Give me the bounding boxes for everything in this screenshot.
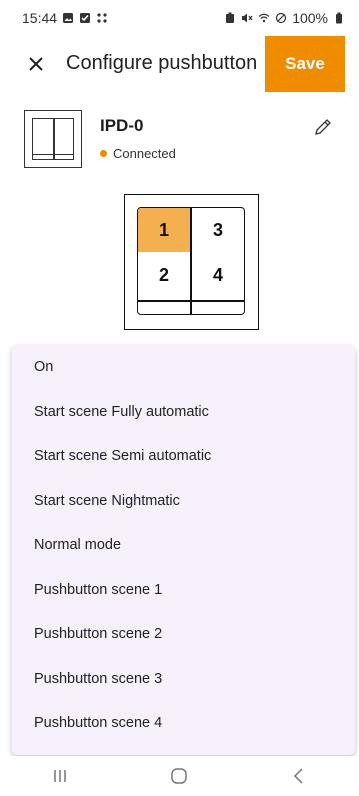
device-name: IPD-0	[100, 116, 144, 135]
pushbutton-switch: 1 3 2 4	[124, 194, 259, 330]
switch-base-line	[138, 300, 244, 302]
menu-item-on[interactable]: On	[12, 345, 355, 389]
battery-percent: 100%	[292, 10, 328, 26]
slack-icon	[97, 13, 107, 23]
menu-item-pushbutton-scene-4[interactable]: Pushbutton scene 4	[12, 701, 355, 745]
status-bar: 15:44 100%	[0, 0, 359, 36]
home-button[interactable]	[159, 761, 199, 791]
pencil-icon	[315, 119, 331, 135]
system-nav-bar	[0, 756, 359, 796]
device-header: IPD-0 Connected	[24, 110, 336, 170]
page-title: Configure pushbutton	[66, 52, 258, 74]
edit-device-button[interactable]	[312, 116, 336, 140]
recents-icon	[54, 770, 66, 782]
switch-divider	[190, 208, 192, 314]
menu-item-pushbutton-scene-1[interactable]: Pushbutton scene 1	[12, 568, 355, 612]
switch-rocker: 1 3 2 4	[137, 207, 245, 315]
status-dot-icon	[100, 150, 107, 157]
menu-item-fully-automatic[interactable]: Start scene Fully automatic	[12, 390, 355, 434]
image-icon	[63, 13, 74, 23]
device-status: Connected	[100, 146, 176, 161]
top-app-bar: Configure pushbutton Save	[0, 36, 359, 92]
close-icon	[29, 57, 43, 71]
switch-button-1[interactable]: 1	[138, 208, 190, 252]
switch-button-4[interactable]: 4	[192, 253, 244, 297]
no-disturb-icon	[276, 12, 287, 24]
switch-button-2[interactable]: 2	[138, 253, 190, 297]
menu-item-pushbutton-scene-3[interactable]: Pushbutton scene 3	[12, 657, 355, 701]
home-icon	[171, 768, 188, 784]
mute-icon	[242, 13, 253, 23]
device-status-label: Connected	[113, 146, 176, 161]
save-button[interactable]: Save	[265, 36, 345, 92]
check-square-icon	[80, 13, 91, 23]
menu-item-pushbutton-scene-2[interactable]: Pushbutton scene 2	[12, 612, 355, 656]
menu-item-nightmatic[interactable]: Start scene Nightmatic	[12, 479, 355, 523]
battery-saver-icon	[226, 12, 235, 23]
back-button[interactable]	[279, 761, 319, 791]
status-time: 15:44	[22, 10, 58, 26]
recents-button[interactable]	[40, 761, 80, 791]
status-bar-right: 100%	[224, 10, 345, 26]
switch-button-3[interactable]: 3	[192, 208, 244, 252]
status-bar-left: 15:44	[22, 10, 108, 26]
menu-item-semi-automatic[interactable]: Start scene Semi automatic	[12, 434, 355, 478]
menu-item-normal-mode[interactable]: Normal mode	[12, 523, 355, 567]
device-thumbnail	[24, 110, 82, 168]
wifi-icon	[258, 13, 270, 23]
close-button[interactable]	[22, 50, 50, 78]
back-icon	[294, 768, 303, 784]
battery-icon	[336, 12, 342, 24]
scene-dropdown-menu: On Start scene Fully automatic Start sce…	[12, 345, 355, 755]
